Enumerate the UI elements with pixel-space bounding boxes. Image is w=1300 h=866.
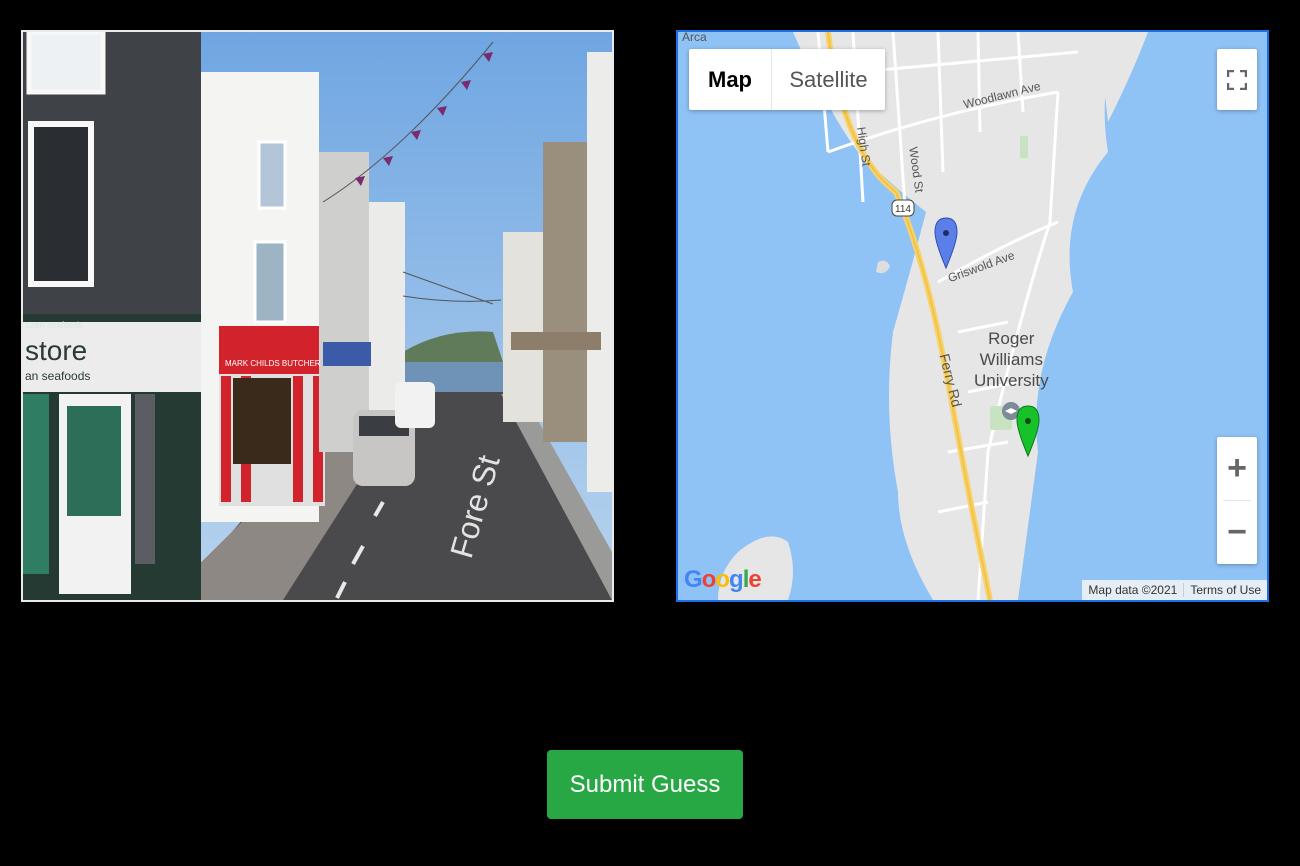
fullscreen-icon — [1227, 69, 1247, 90]
zoom-in-button[interactable]: + — [1217, 437, 1257, 500]
zoom-out-button[interactable]: − — [1217, 501, 1257, 564]
map-type-map-button[interactable]: Map — [689, 49, 772, 110]
poi-roger-williams-university: Roger Williams University — [974, 329, 1049, 390]
shop-awning-text: ozen seafoods — [25, 320, 84, 330]
route-shield-114: 114 — [895, 204, 911, 215]
map-attribution: Map data ©2021 Terms of Use — [1082, 580, 1267, 600]
terms-of-use-link[interactable]: Terms of Use — [1183, 583, 1267, 597]
map-canvas[interactable]: 114 — [678, 32, 1267, 600]
guess-map[interactable]: 114 Arca Woodlawn Ave High St Wood St Gr… — [676, 30, 1269, 602]
map-data-text: Map data ©2021 — [1088, 583, 1178, 597]
map-type-control: Map Satellite — [689, 49, 885, 110]
fullscreen-button[interactable] — [1217, 49, 1257, 110]
submit-guess-button[interactable]: Submit Guess — [547, 750, 743, 819]
shop-sign-left-small: an seafoods — [25, 369, 90, 383]
butcher-sign: MARK CHILDS BUTCHER — [225, 359, 321, 368]
google-logo[interactable]: Google — [684, 566, 762, 594]
shop-sign-left: store — [25, 335, 87, 366]
map-type-satellite-button[interactable]: Satellite — [772, 49, 885, 110]
zoom-control: + − — [1217, 437, 1257, 564]
label-top: Arca — [682, 30, 707, 44]
street-view-image: store an seafoods ozen seafoods MARK CHI… — [21, 30, 614, 602]
